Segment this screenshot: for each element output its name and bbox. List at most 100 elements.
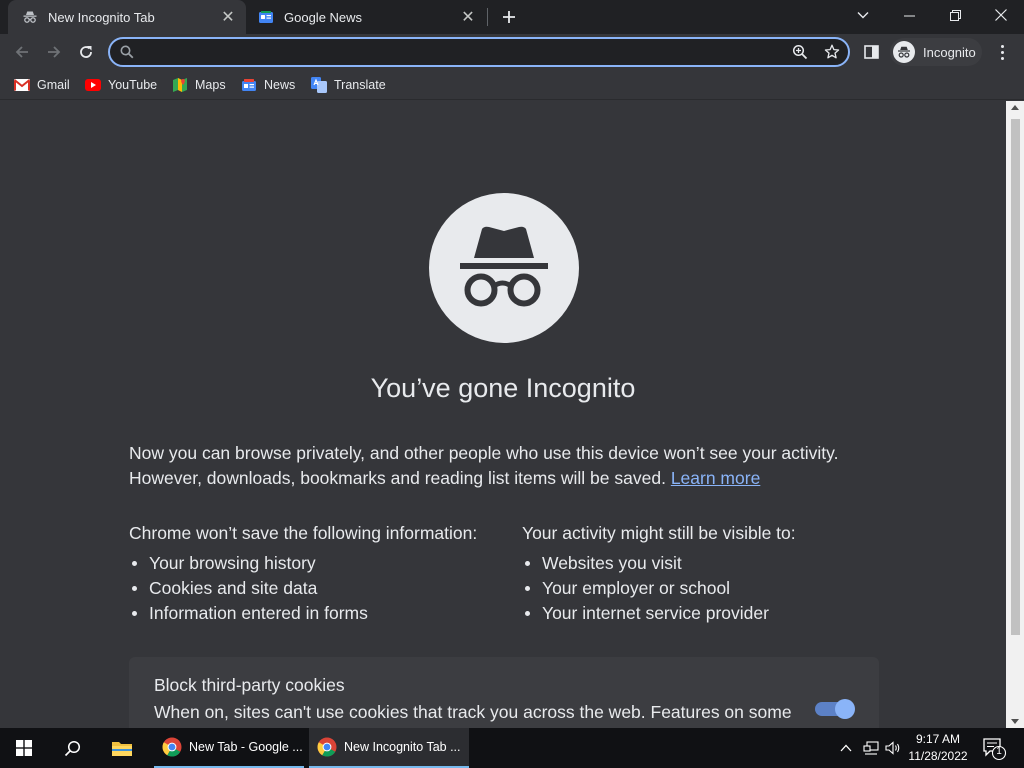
chevron-up-icon: [840, 744, 852, 752]
restore-button[interactable]: [932, 0, 978, 30]
tab-google-news[interactable]: Google News ✕: [244, 0, 486, 34]
maps-icon: [172, 77, 188, 93]
bookmark-news[interactable]: News: [241, 76, 295, 94]
page-title: You’ve gone Incognito: [370, 373, 636, 403]
tab-new-incognito[interactable]: New Incognito Tab ✕: [8, 0, 246, 34]
cookie-card-description: When on, sites can't use cookies that tr…: [154, 702, 792, 722]
minimize-button[interactable]: [886, 0, 932, 30]
folder-icon: [112, 742, 132, 756]
tab-title: New Incognito Tab: [48, 9, 155, 25]
chevron-down-icon: [857, 12, 869, 19]
plus-icon: [503, 11, 515, 23]
incognito-icon: [23, 11, 37, 23]
bookmark-label: Translate: [334, 78, 386, 92]
block-cookies-toggle[interactable]: [815, 699, 855, 719]
file-explorer-button[interactable]: [98, 728, 146, 768]
scroll-up-arrow-icon[interactable]: [1011, 105, 1019, 110]
taskbar-app-label: New Incognito Tab ...: [344, 740, 461, 754]
reload-button[interactable]: [72, 38, 100, 66]
kebab-dot: [1000, 44, 1004, 48]
close-tab-icon[interactable]: ✕: [218, 7, 238, 27]
taskbar-app-chrome-newtab[interactable]: New Tab - Google ...: [154, 728, 304, 768]
not-saved-heading: Chrome won’t save the following informat…: [129, 523, 478, 543]
page-scrollbar[interactable]: [1006, 101, 1024, 728]
clock-time: 9:17 AM: [915, 732, 961, 746]
new-tab-button[interactable]: [498, 6, 520, 28]
profile-incognito-button[interactable]: Incognito: [890, 38, 982, 66]
chrome-icon: [317, 737, 337, 757]
google-news-icon: [259, 11, 273, 23]
zoom-icon[interactable]: [792, 44, 808, 60]
minimize-icon: [903, 15, 915, 16]
kebab-dot: [1000, 50, 1004, 54]
volume-button[interactable]: [882, 728, 904, 768]
bookmark-maps[interactable]: Maps: [172, 76, 226, 94]
learn-more-link[interactable]: Learn more: [671, 468, 761, 488]
list-item: Your internet service provider: [522, 601, 882, 626]
taskbar: New Tab - Google ... New Incognito Tab .…: [0, 728, 1024, 768]
taskbar-app-chrome-incognito[interactable]: New Incognito Tab ...: [309, 728, 469, 768]
bookmark-label: YouTube: [108, 78, 158, 92]
bookmark-translate[interactable]: Translate: [311, 76, 386, 94]
address-input[interactable]: [140, 43, 780, 63]
toggle-knob: [835, 699, 855, 719]
cookie-card-title: Block third-party cookies: [154, 675, 345, 695]
chrome-menu-button[interactable]: [996, 42, 1008, 62]
clock-date: 11/28/2022: [908, 749, 968, 763]
search-taskbar-button[interactable]: [48, 728, 96, 768]
translate-icon: [311, 77, 327, 93]
close-window-button[interactable]: [978, 0, 1024, 30]
intro-line-2-text: However, downloads, bookmarks and readin…: [129, 468, 666, 488]
windows-logo-icon: [16, 740, 32, 756]
search-icon: [120, 45, 134, 59]
scrollbar-thumb[interactable]: [1011, 119, 1020, 635]
address-bar[interactable]: [108, 37, 850, 67]
notification-count: 1: [996, 746, 1002, 757]
list-item: Information entered in forms: [129, 601, 509, 626]
kebab-dot: [1000, 56, 1004, 60]
incognito-avatar-icon: [893, 41, 915, 63]
not-saved-column: Chrome won’t save the following informat…: [129, 521, 509, 626]
bookmark-label: Gmail: [37, 78, 70, 92]
tab-title: Google News: [284, 9, 363, 25]
taskbar-app-label: New Tab - Google ...: [189, 740, 303, 754]
not-saved-list: Your browsing history Cookies and site d…: [129, 551, 509, 626]
incognito-spy-icon: [460, 226, 548, 307]
start-button[interactable]: [0, 728, 48, 768]
list-item: Websites you visit: [522, 551, 882, 576]
bookmark-star-icon[interactable]: [824, 44, 840, 60]
still-visible-heading: Your activity might still be visible to:: [522, 523, 796, 543]
show-hidden-icons-button[interactable]: [836, 728, 856, 768]
reload-icon: [80, 46, 92, 58]
notifications-button[interactable]: 1: [980, 736, 1008, 762]
list-item: Your employer or school: [522, 576, 882, 601]
profile-label: Incognito: [923, 44, 976, 60]
incognito-logo: [429, 193, 579, 343]
network-icon: [863, 741, 879, 755]
network-button[interactable]: [860, 728, 882, 768]
close-tab-icon[interactable]: ✕: [458, 7, 478, 27]
intro-paragraph: Now you can browse privately, and other …: [129, 441, 869, 491]
system-clock[interactable]: 9:17 AM 11/28/2022: [906, 731, 970, 765]
bookmark-label: Maps: [195, 78, 226, 92]
chrome-icon: [162, 737, 182, 757]
scroll-down-arrow-icon[interactable]: [1011, 719, 1019, 724]
side-panel-icon[interactable]: [860, 42, 882, 62]
forward-arrow-icon: [48, 46, 61, 58]
tab-search-button[interactable]: [840, 0, 886, 30]
incognito-page: You’ve gone Incognito Now you can browse…: [0, 101, 1006, 728]
close-icon: [995, 9, 1007, 21]
gmail-icon: [14, 77, 30, 93]
intro-line-1: Now you can browse privately, and other …: [129, 443, 839, 463]
bookmark-label: News: [264, 78, 296, 92]
back-arrow-icon: [15, 46, 28, 58]
still-visible-list: Websites you visit Your employer or scho…: [522, 551, 882, 626]
news-icon: [241, 77, 257, 93]
list-item: Cookies and site data: [129, 576, 509, 601]
back-button[interactable]: [8, 38, 36, 66]
bookmark-gmail[interactable]: Gmail: [14, 76, 70, 94]
bookmark-youtube[interactable]: YouTube: [85, 76, 157, 94]
intro-line-2: However, downloads, bookmarks and readin…: [129, 466, 869, 491]
forward-button[interactable]: [40, 38, 68, 66]
list-item: Your browsing history: [129, 551, 509, 576]
